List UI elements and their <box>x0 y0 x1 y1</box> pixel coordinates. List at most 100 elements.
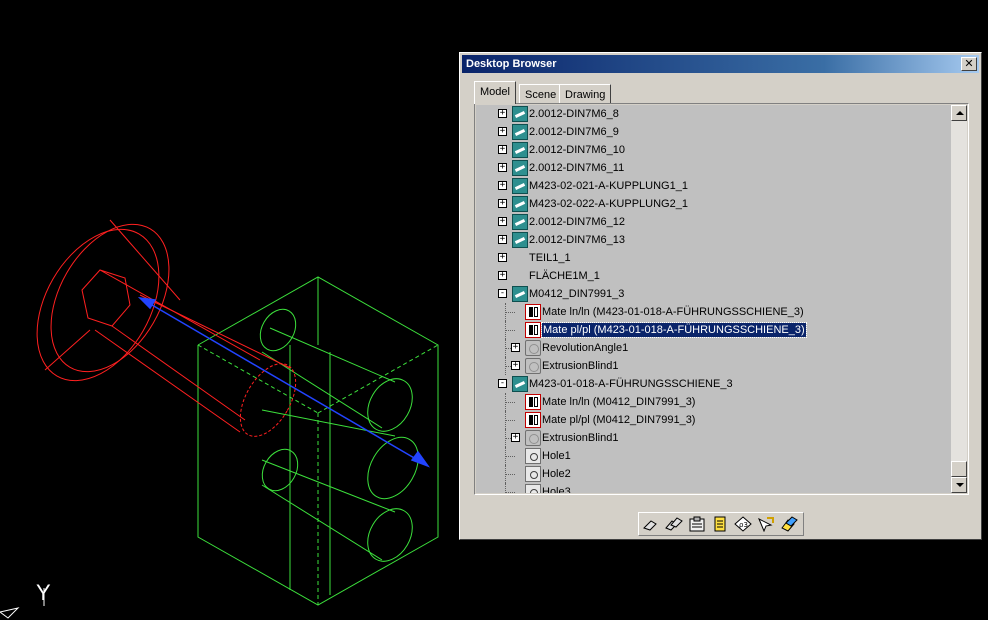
tree-item[interactable]: + M423-02-021-A-KUPPLUNG1_1 <box>476 177 951 195</box>
tree-item-label: TEIL1_1 <box>529 252 571 264</box>
clipboard-icon[interactable] <box>688 516 706 532</box>
link-parts-icon[interactable] <box>642 516 660 532</box>
tree-item[interactable]: Hole3 <box>476 483 951 493</box>
tree-item[interactable]: + RevolutionAngle1 <box>476 339 951 357</box>
window-title: Desktop Browser <box>466 58 557 70</box>
collapse-icon[interactable]: - <box>498 289 507 298</box>
tree-item-label: M0412_DIN7991_3 <box>529 288 625 300</box>
tree-item[interactable]: + ExtrusionBlind1 <box>476 429 951 447</box>
part-icon <box>512 214 528 230</box>
pointer-edit-icon[interactable] <box>757 516 775 532</box>
tree-item-label: Hole2 <box>542 468 571 480</box>
tree-item[interactable]: + M423-02-022-A-KUPPLUNG2_1 <box>476 195 951 213</box>
part-icon <box>512 142 528 158</box>
close-icon[interactable]: ✕ <box>961 57 977 71</box>
tree-item-label: 2.0012-DIN7M6_8 <box>529 108 619 120</box>
hole-icon <box>525 484 541 493</box>
tree-item[interactable]: +2.0012-DIN7M6_12 <box>476 213 951 231</box>
tree-guide-line <box>505 393 506 411</box>
expand-icon[interactable]: + <box>498 109 507 118</box>
part-icon <box>512 376 528 392</box>
extrusion-feature-icon <box>525 430 541 446</box>
vertical-scrollbar[interactable] <box>951 105 967 493</box>
scroll-up-button[interactable] <box>951 105 967 121</box>
tree-item[interactable]: - M423-01-018-A-FÜHRUNGSSCHIENE_3 <box>476 375 951 393</box>
expand-icon[interactable]: + <box>498 145 507 154</box>
scroll-down-button[interactable] <box>951 477 967 493</box>
transform-icon[interactable] <box>780 516 798 532</box>
part-icon <box>512 196 528 212</box>
tree-guide-line <box>505 339 506 357</box>
mate-constraint-icon[interactable]: ρ3 <box>734 516 752 532</box>
mate-icon <box>525 304 541 320</box>
expand-icon[interactable]: + <box>498 181 507 190</box>
expand-icon[interactable]: + <box>498 199 507 208</box>
expand-icon[interactable]: + <box>511 433 520 442</box>
tree-item[interactable]: Mate ln/ln (M423-01-018-A-FÜHRUNGSSCHIEN… <box>476 303 951 321</box>
svg-text:ρ3: ρ3 <box>739 521 748 529</box>
tab-label: Drawing <box>565 89 606 101</box>
tree-item-label: ExtrusionBlind1 <box>542 432 619 444</box>
tree-item-label: M423-01-018-A-FÜHRUNGSSCHIENE_3 <box>529 378 733 390</box>
browser-toolbar: ρ3 <box>638 512 804 536</box>
mate-icon <box>525 394 541 410</box>
tree-item[interactable]: +2.0012-DIN7M6_10 <box>476 141 951 159</box>
tree-item[interactable]: +2.0012-DIN7M6_11 <box>476 159 951 177</box>
expand-icon[interactable]: + <box>511 361 520 370</box>
extrusion-feature-icon <box>525 358 541 374</box>
expand-icon[interactable]: + <box>498 127 507 136</box>
tree-item[interactable]: Hole2 <box>476 465 951 483</box>
tree-item-label: 2.0012-DIN7M6_12 <box>529 216 626 228</box>
expand-icon[interactable]: + <box>511 343 520 352</box>
expand-icon[interactable]: + <box>498 163 507 172</box>
tree-item-label: 2.0012-DIN7M6_11 <box>529 162 625 174</box>
tree-item[interactable]: Mate ln/ln (M0412_DIN7991_3) <box>476 393 951 411</box>
tree-item-label: M423-02-022-A-KUPPLUNG2_1 <box>529 198 688 210</box>
tab-label: Scene <box>525 89 557 101</box>
mate-icon <box>525 322 541 338</box>
tab-scene[interactable]: Scene <box>519 84 563 104</box>
tree-item[interactable]: + TEIL1_1 <box>476 249 951 267</box>
tab-drawing[interactable]: Drawing <box>559 84 612 104</box>
assembly-icon[interactable] <box>665 516 683 532</box>
tree-item[interactable]: +2.0012-DIN7M6_13 <box>476 231 951 249</box>
hole-icon <box>525 448 541 464</box>
tree-guide-line <box>505 447 506 465</box>
tree-item-label: Mate pl/pl (M423-01-018-A-FÜHRUNGSSCHIEN… <box>541 322 807 338</box>
expand-icon[interactable]: + <box>498 271 507 280</box>
tree-guide-line <box>505 492 515 493</box>
tree-guide-line <box>505 357 506 375</box>
tree-item[interactable]: Mate pl/pl (M423-01-018-A-FÜHRUNGSSCHIEN… <box>476 321 951 339</box>
tree-item[interactable]: +2.0012-DIN7M6_9 <box>476 123 951 141</box>
tree-guide-line <box>505 402 515 403</box>
tree-guide-line <box>505 420 515 421</box>
tree-item[interactable]: +2.0012-DIN7M6_8 <box>476 105 951 123</box>
expand-icon[interactable]: + <box>498 235 507 244</box>
tree-item-label: M423-02-021-A-KUPPLUNG1_1 <box>529 180 688 192</box>
part-icon <box>512 286 528 302</box>
tree-item-label: 2.0012-DIN7M6_10 <box>529 144 626 156</box>
expand-icon[interactable]: + <box>498 253 507 262</box>
expand-icon[interactable]: + <box>498 217 507 226</box>
collapse-icon[interactable]: - <box>498 379 507 388</box>
tree-guide-line <box>505 321 506 339</box>
tree-guide-line <box>505 411 506 429</box>
scrollbar-thumb[interactable] <box>951 461 967 477</box>
notes-icon[interactable] <box>711 516 729 532</box>
tree-guide-line <box>505 303 506 321</box>
model-tree[interactable]: +2.0012-DIN7M6_8 +2.0012-DIN7M6_9 +2.0012-… <box>476 105 951 493</box>
hole-icon <box>525 466 541 482</box>
window-titlebar[interactable]: Desktop Browser ✕ <box>462 55 979 73</box>
tab-model[interactable]: Model <box>474 81 516 104</box>
tree-item[interactable]: - M0412_DIN7991_3 <box>476 285 951 303</box>
tree-item-label: RevolutionAngle1 <box>542 342 629 354</box>
tree-item[interactable]: + ExtrusionBlind1 <box>476 357 951 375</box>
tree-item[interactable]: Mate pl/pl (M0412_DIN7991_3) <box>476 411 951 429</box>
tree-item[interactable]: Hole1 <box>476 447 951 465</box>
tree-item[interactable]: + FLÄCHE1M_1 <box>476 267 951 285</box>
desktop-browser-window[interactable]: Desktop Browser ✕ Model Scene Drawing +2… <box>459 52 982 540</box>
tree-guide-line <box>505 429 506 447</box>
part-icon <box>512 106 528 122</box>
tree-item-label: Mate ln/ln (M423-01-018-A-FÜHRUNGSSCHIEN… <box>542 306 804 318</box>
tree-item-label: Hole3 <box>542 486 571 493</box>
